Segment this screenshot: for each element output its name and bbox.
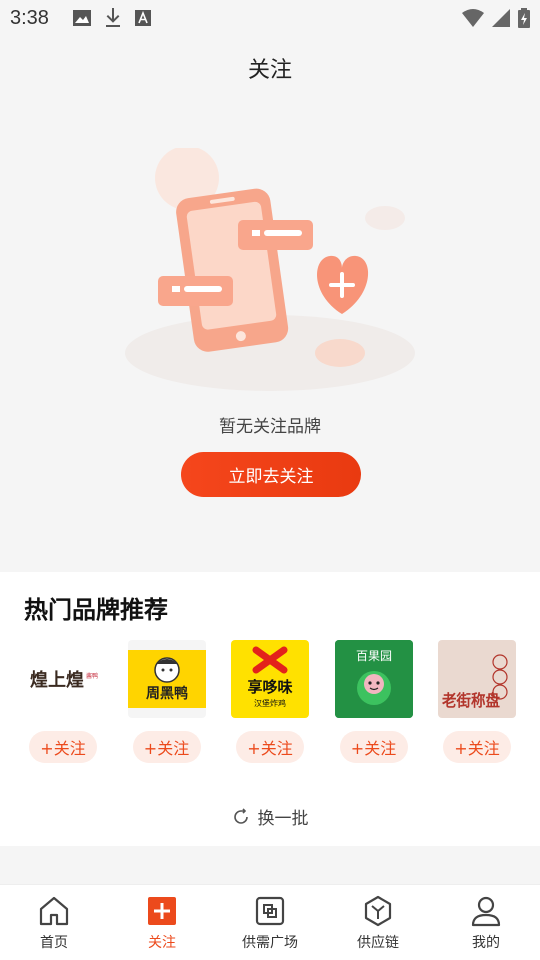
battery-icon [518, 8, 530, 28]
section-spacer [0, 846, 540, 884]
brand-logo[interactable]: 百果园 [334, 640, 413, 718]
follow-brand-button[interactable]: +关注 [132, 731, 201, 763]
empty-follow-illustration [125, 148, 415, 391]
bottom-nav: 首页 关注 供需广场 供应链 我的 [0, 884, 540, 960]
brand-logo-art: 享哆味 汉堡炸鸡 [247, 646, 293, 708]
download-icon [105, 8, 120, 27]
brand-logo-text: 百果园 [355, 649, 391, 663]
square-grid-icon [253, 894, 287, 928]
refresh-button[interactable]: 换一批 [0, 804, 540, 829]
brand-logo-art: 周黑鸭 [127, 650, 206, 708]
follow-now-button[interactable]: 立即去关注 [181, 452, 361, 497]
nav-label: 关注 [148, 934, 176, 951]
brand-logo-art: 煌上煌 酱鸭 [30, 669, 98, 691]
brand-logo-art: 百果园 [334, 640, 413, 718]
follow-brand-button[interactable]: +关注 [443, 731, 511, 763]
home-icon [37, 894, 71, 928]
image-icon [72, 10, 91, 26]
nav-label: 我的 [472, 934, 500, 951]
plus-square-icon [145, 894, 179, 928]
recommend-section: 热门品牌推荐 煌上煌 酱鸭 +关注 周黑鸭 +关注 享哆味 汉堡炸鸡 +关注 百… [0, 572, 540, 846]
page-header: 关注 [0, 36, 540, 100]
brand-card: 周黑鸭 +关注 [127, 640, 206, 763]
nav-item-home[interactable]: 首页 [0, 885, 108, 960]
text-a-icon [134, 10, 151, 26]
hexagon-icon [361, 894, 395, 928]
follow-brand-button[interactable]: +关注 [29, 731, 97, 763]
wifi-icon [462, 9, 484, 27]
empty-message: 暂无关注品牌 [219, 417, 321, 437]
brand-logo[interactable]: 老街称盘 [438, 640, 516, 718]
nav-label: 供应链 [357, 934, 399, 951]
refresh-label: 换一批 [257, 809, 309, 829]
brand-card: 享哆味 汉堡炸鸡 +关注 [231, 640, 309, 763]
status-bar: 3:38 [0, 0, 540, 36]
refresh-icon [233, 807, 248, 824]
nav-item-marketplace[interactable]: 供需广场 [216, 885, 324, 960]
brand-logo-text: 享哆味 [247, 678, 292, 696]
brand-logo[interactable]: 煌上煌 酱鸭 [24, 640, 102, 718]
brand-card: 百果园 +关注 [334, 640, 413, 763]
brand-logo[interactable]: 享哆味 汉堡炸鸡 [231, 640, 309, 718]
nav-item-profile[interactable]: 我的 [432, 885, 540, 960]
nav-item-supply-chain[interactable]: 供应链 [324, 885, 432, 960]
person-icon [469, 894, 503, 928]
nav-item-follow[interactable]: 关注 [108, 885, 216, 960]
recommend-title: 热门品牌推荐 [24, 596, 168, 624]
page-title: 关注 [247, 58, 292, 83]
brand-logo-text: 老街称盘 [441, 691, 500, 710]
brand-logo-text: 周黑鸭 [146, 685, 188, 702]
brand-logo-subtext: 酱鸭 [86, 672, 98, 680]
empty-state: 暂无关注品牌 立即去关注 [0, 100, 540, 570]
brand-list: 煌上煌 酱鸭 +关注 周黑鸭 +关注 享哆味 汉堡炸鸡 +关注 百果园 +关注 … [24, 640, 516, 763]
nav-label: 供需广场 [242, 934, 298, 951]
follow-brand-button[interactable]: +关注 [236, 731, 304, 763]
status-time: 3:38 [10, 6, 49, 29]
signal-icon [492, 9, 510, 27]
brand-logo-text: 煌上煌 [30, 669, 84, 691]
nav-label: 首页 [40, 934, 68, 951]
brand-logo-art: 老街称盘 [441, 654, 508, 710]
brand-logo[interactable]: 周黑鸭 [127, 640, 206, 718]
brand-card: 老街称盘 +关注 [438, 640, 516, 763]
brand-card: 煌上煌 酱鸭 +关注 [24, 640, 102, 763]
follow-brand-button[interactable]: +关注 [339, 731, 408, 763]
brand-logo-subtext: 汉堡炸鸡 [254, 698, 286, 708]
